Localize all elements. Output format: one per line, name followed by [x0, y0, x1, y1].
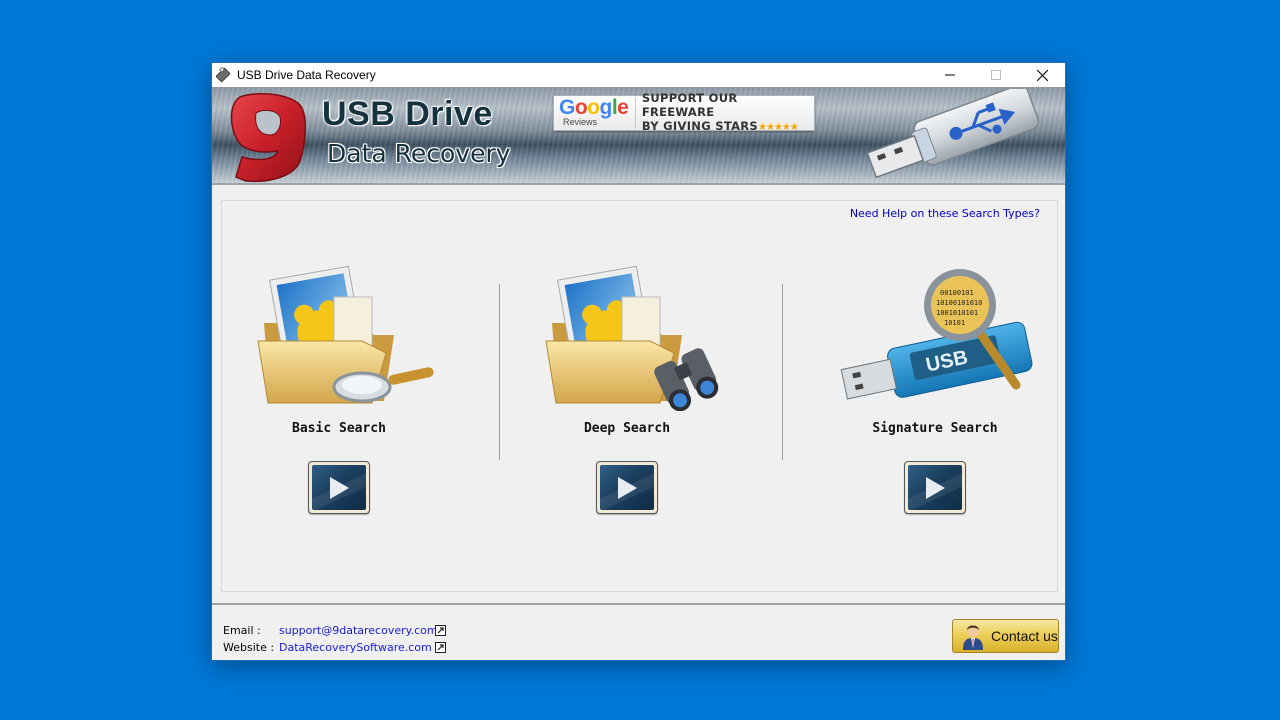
app-usb-icon	[215, 67, 231, 83]
contact-us-button[interactable]: Contact us	[952, 619, 1059, 653]
option-basic-search: Basic Search	[224, 263, 454, 514]
email-label: Email :	[223, 624, 261, 637]
folder-magnifier-icon	[257, 265, 434, 404]
app-window: USB Drive Data Recovery USB Drive Data R…	[211, 62, 1066, 661]
deep-search-label: Deep Search	[583, 421, 671, 436]
title-bar: USB Drive Data Recovery	[212, 63, 1065, 87]
play-icon	[330, 476, 349, 499]
svg-text:1001010101: 1001010101	[936, 309, 978, 317]
svg-text:00100101: 00100101	[940, 289, 974, 297]
svg-text:10100101010: 10100101010	[936, 299, 982, 307]
divider	[499, 284, 500, 460]
external-link-icon[interactable]	[435, 642, 446, 653]
close-button[interactable]	[1019, 63, 1065, 87]
play-icon	[926, 476, 945, 499]
deep-search-start-button[interactable]	[596, 461, 658, 514]
divider	[782, 284, 783, 460]
google-wordmark: Google	[559, 96, 629, 119]
maximize-icon	[991, 70, 1001, 80]
svg-text:10101: 10101	[944, 319, 965, 327]
usb-magnifier-icon: USB 00100101 10100101010 1001010101 1010…	[840, 269, 1033, 400]
contact-us-label: Contact us	[991, 628, 1058, 644]
minimize-button[interactable]	[927, 63, 973, 87]
google-reviews-badge[interactable]: Google Reviews SUPPORT OUR FREEWARE BY G…	[553, 91, 815, 133]
footer-divider	[212, 603, 1065, 605]
external-link-icon[interactable]	[435, 625, 446, 636]
website-link[interactable]: DataRecoverySoftware.com	[279, 641, 435, 654]
search-types-panel: Need Help on these Search Types? Basic S…	[221, 200, 1058, 592]
five-stars-icon: ★★★★★	[758, 122, 799, 133]
header-banner: USB Drive Data Recovery Google Reviews S…	[212, 87, 1065, 185]
minimize-icon	[945, 74, 955, 76]
website-label: Website :	[223, 641, 275, 654]
google-reviews-label: Reviews	[563, 117, 598, 127]
product-subtitle: Data Recovery	[327, 139, 511, 168]
search-types-help-link[interactable]: Need Help on these Search Types?	[850, 207, 1040, 220]
badge-line1: SUPPORT OUR FREEWARE	[641, 91, 738, 119]
google-logo: Google Reviews	[554, 96, 636, 128]
window-title: USB Drive Data Recovery	[237, 68, 376, 82]
brand-logo-9-icon	[230, 92, 306, 183]
basic-search-start-button[interactable]	[308, 461, 370, 514]
option-signature-search: USB 00100101 10100101010 1001010101 1010…	[820, 263, 1050, 514]
option-deep-search: Deep Search	[512, 263, 742, 514]
support-person-icon	[963, 625, 983, 650]
maximize-button[interactable]	[973, 63, 1019, 87]
close-icon	[1036, 69, 1048, 81]
product-title: USB Drive	[322, 95, 493, 133]
email-link[interactable]: support@9datarecovery.com	[279, 624, 438, 637]
signature-search-label: Signature Search	[872, 421, 998, 436]
badge-line2: BY GIVING STARS	[641, 119, 759, 133]
footer-contact-info: Email : support@9datarecovery.com Websit…	[223, 622, 446, 656]
play-icon	[618, 476, 637, 499]
basic-search-label: Basic Search	[292, 421, 386, 436]
folder-binoculars-icon	[545, 265, 719, 411]
usb-drive-banner-icon	[866, 89, 1040, 179]
signature-search-start-button[interactable]	[904, 461, 966, 514]
